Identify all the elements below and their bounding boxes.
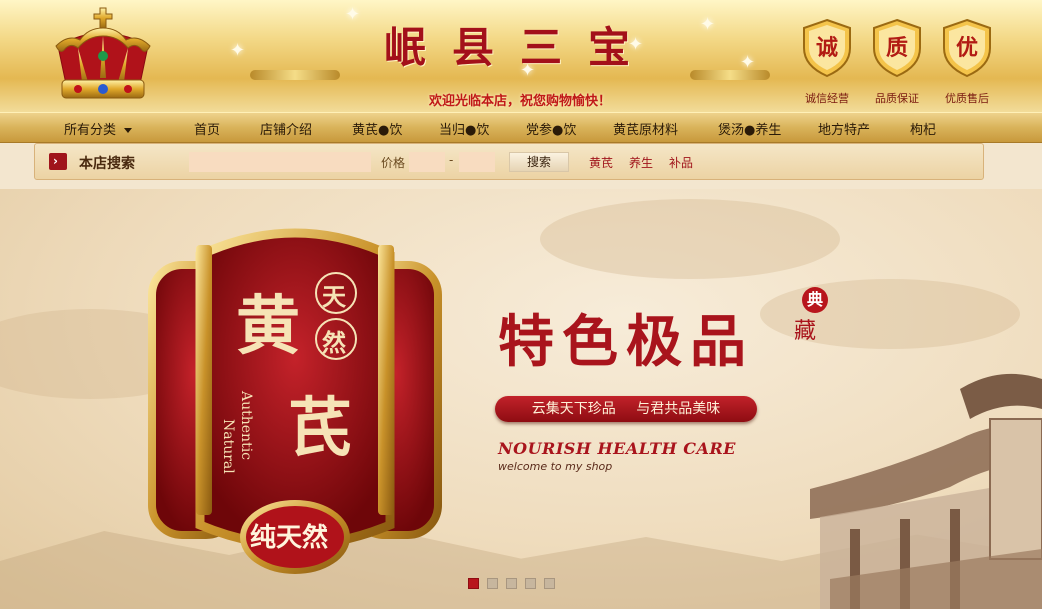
search-label: 本店搜索 <box>79 156 135 172</box>
collection-seal: 典 <box>802 287 828 313</box>
arrow-right-icon: › <box>49 153 67 170</box>
plaque-big-char: 芪 <box>288 391 352 466</box>
scroll-ornament <box>250 70 340 80</box>
crown-icon[interactable] <box>48 6 158 106</box>
search-input[interactable] <box>189 152 371 172</box>
nav-all-categories[interactable]: 所有分类 <box>64 119 133 138</box>
carousel-dot[interactable] <box>506 578 517 589</box>
banner-slogan: 特色极品 <box>498 309 754 375</box>
banner-english-title: NOURISH HEALTH CARE <box>498 439 736 458</box>
shield-icon: 诚 <box>800 18 854 78</box>
trust-badges: 诚 诚信经营 质 品质保证 优 优质售后 <box>794 18 1024 108</box>
badge-caption: 品质保证 <box>875 92 919 105</box>
pavilion-illustration <box>810 373 1042 609</box>
banner-ribbon: 云集天下珍品 与君共品美味 <box>495 396 757 422</box>
search-button[interactable]: 搜索 <box>509 152 569 172</box>
nav-goji[interactable]: 枸杞 <box>910 119 936 138</box>
plaque-circle-char: 天 <box>322 282 346 311</box>
cloud-decoration <box>540 199 840 279</box>
shop-search-bar: › 本店搜索 价格 - 搜索 黄芪 养生 补品 <box>34 143 984 180</box>
price-max-input[interactable] <box>459 152 495 172</box>
sparkle-icon: ✦ <box>230 40 246 61</box>
scroll-ornament <box>690 70 770 80</box>
site-header: ✦ ✦ ✦ ✦ ✦ ✦ 岷县三宝 欢迎光临本店，祝您购物愉快！ 诚 诚信经营 质… <box>0 0 1042 112</box>
carousel-dot[interactable] <box>544 578 555 589</box>
hot-tag-huangqi[interactable]: 黄芪 <box>589 154 613 171</box>
hot-tag-yangsheng[interactable]: 养生 <box>629 154 653 171</box>
nav-home[interactable]: 首页 <box>194 119 220 138</box>
chevron-down-icon <box>124 128 133 133</box>
plaque-english: Natural <box>220 419 236 474</box>
badge-glyph: 优 <box>955 35 978 61</box>
shield-icon: 质 <box>870 18 924 78</box>
badge-caption: 诚信经营 <box>805 92 849 105</box>
shield-icon: 优 <box>940 18 994 78</box>
badge-quality: 质 品质保证 <box>864 18 930 106</box>
plaque-circle-char: 然 <box>322 328 346 357</box>
nav-raw-materials[interactable]: 黄芪原材料 <box>613 119 678 138</box>
carousel-dot[interactable] <box>468 578 479 589</box>
nav-dangshen[interactable]: 党参●饮 <box>526 119 576 138</box>
collection-seal-text: 藏 <box>794 319 817 344</box>
nav-huangqi[interactable]: 黄芪●饮 <box>352 119 402 138</box>
carousel-dot[interactable] <box>487 578 498 589</box>
nav-local-specialty[interactable]: 地方特产 <box>818 119 870 138</box>
price-min-input[interactable] <box>409 152 445 172</box>
plaque-english: Authentic <box>238 391 254 461</box>
hot-tag-bupin[interactable]: 补品 <box>669 154 693 171</box>
site-title: 岷县三宝 <box>383 23 656 72</box>
welcome-text: 欢迎光临本店，祝您购物愉快！ <box>428 94 611 109</box>
nav-label: 所有分类 <box>64 123 117 138</box>
plaque-seal-text: 纯天然 <box>250 523 329 553</box>
nav-soup[interactable]: 煲汤●养生 <box>718 119 781 138</box>
badge-service: 优 优质售后 <box>934 18 1000 106</box>
badge-glyph: 质 <box>885 35 908 61</box>
main-nav: 所有分类 首页 店铺介绍 黄芪●饮 当归●饮 党参●饮 黄芪原材料 煲汤●养生 … <box>0 112 1042 143</box>
badge-integrity: 诚 诚信经营 <box>794 18 860 106</box>
plaque-big-char: 黄 <box>236 289 300 364</box>
hero-banner[interactable]: 黄 芪 天 然 Natural Authentic 纯天然 特色极品 典 藏 云… <box>0 189 1042 609</box>
nav-shop-intro[interactable]: 店铺介绍 <box>260 119 312 138</box>
price-label: 价格 <box>381 156 406 170</box>
price-separator: - <box>449 153 454 167</box>
banner-english-subtitle: welcome to my shop <box>498 460 613 473</box>
badge-glyph: 诚 <box>815 35 838 61</box>
badge-caption: 优质售后 <box>945 92 989 105</box>
nav-danggui[interactable]: 当归●饮 <box>439 119 489 138</box>
title-area: 岷县三宝 欢迎光临本店，祝您购物愉快！ <box>250 6 770 110</box>
carousel-dot[interactable] <box>525 578 536 589</box>
